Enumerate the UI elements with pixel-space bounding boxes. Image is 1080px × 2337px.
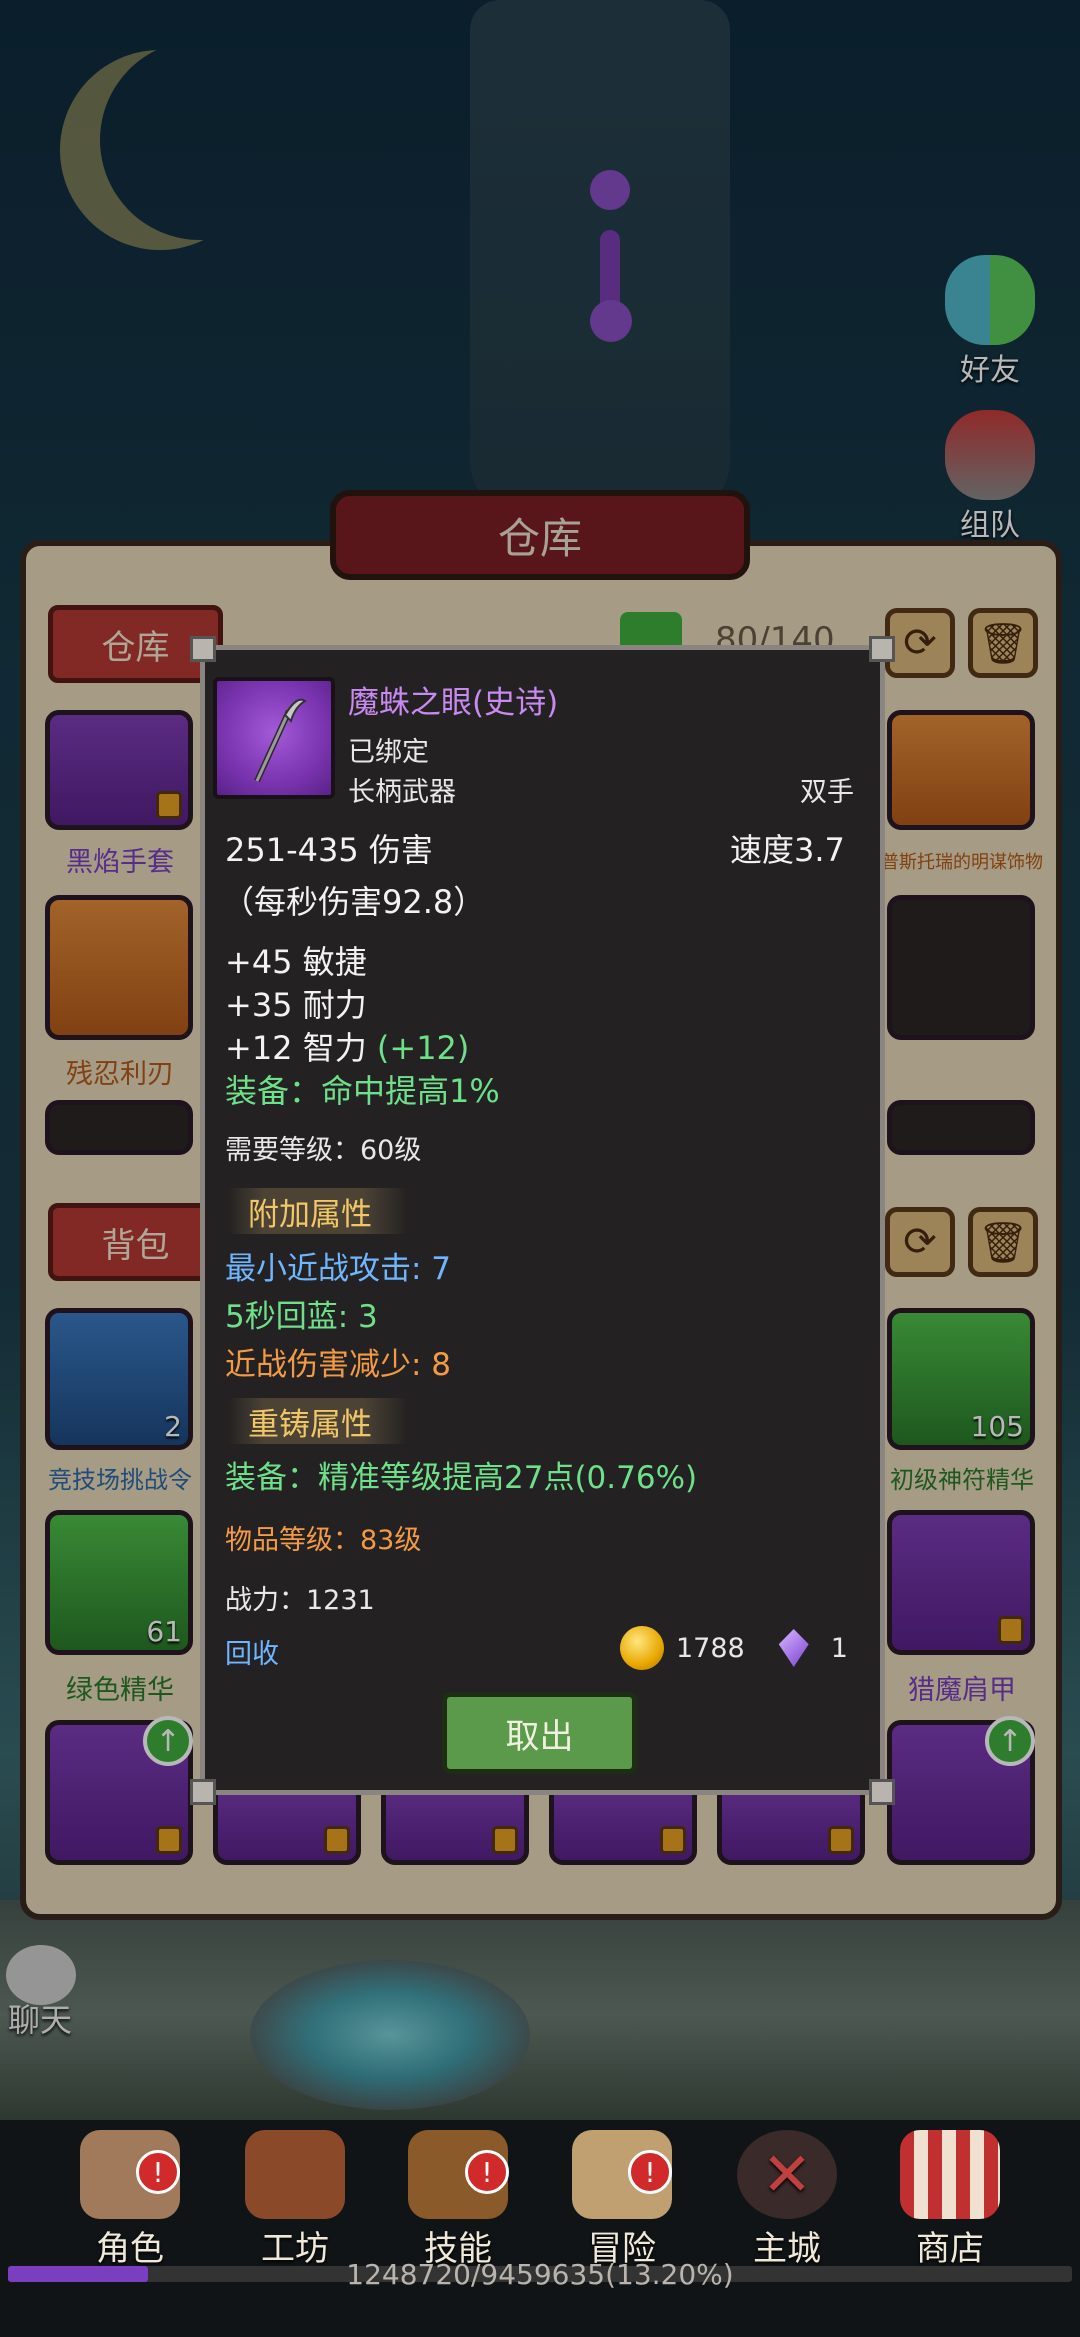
shop-stall-icon bbox=[900, 2130, 1000, 2219]
extra-attr-2: 5秒回蓝: 3 bbox=[225, 1299, 378, 1335]
tooltip-corner bbox=[869, 1779, 895, 1805]
tooltip-corner bbox=[190, 1779, 216, 1805]
stat-intellect: +12 智力 (+12) bbox=[225, 1023, 469, 1069]
purple-gem-icon bbox=[778, 1629, 809, 1667]
item-type: 长柄武器 bbox=[348, 777, 456, 808]
dps-value: （每秒伤害92.8） bbox=[222, 883, 486, 921]
damage-range: 251-435 伤害 bbox=[225, 831, 433, 869]
nav-workshop[interactable]: 工坊 bbox=[220, 2130, 370, 2270]
item-name: 魔蛛之眼(史诗) bbox=[348, 685, 559, 721]
alert-badge: ! bbox=[465, 2150, 509, 2194]
extra-attr-1: 最小近战攻击: 7 bbox=[225, 1251, 452, 1287]
recycle-link[interactable]: 回收 bbox=[225, 1632, 279, 1671]
tooltip-corner bbox=[869, 636, 895, 662]
stat-stamina: +35 耐力 bbox=[225, 986, 367, 1024]
nav-shop[interactable]: 商店 bbox=[875, 2130, 1025, 2270]
extra-attributes-header: 附加属性 bbox=[228, 1188, 408, 1234]
polearm-icon bbox=[254, 698, 307, 783]
item-level: 物品等级：83级 bbox=[225, 1525, 422, 1556]
alert-badge: ! bbox=[136, 2150, 180, 2194]
reforge-attributes-header: 重铸属性 bbox=[228, 1398, 408, 1444]
nav-main-city[interactable]: ✕ 主城 bbox=[712, 2130, 862, 2270]
nav-character[interactable]: 角色 bbox=[55, 2130, 205, 2270]
combat-power: 战力：1231 bbox=[225, 1585, 375, 1616]
gem-amount: 1 bbox=[830, 1632, 848, 1664]
item-icon bbox=[213, 677, 335, 799]
alert-badge: ! bbox=[628, 2150, 672, 2194]
reforge-attr: 装备：精准等级提高27点(0.76%) bbox=[225, 1460, 698, 1496]
required-level: 需要等级：60级 bbox=[225, 1135, 422, 1166]
nav-skills[interactable]: 技能 bbox=[383, 2130, 533, 2270]
experience-text: 1248720/9459635(13.20%) bbox=[346, 2258, 734, 2291]
extra-attr-3: 近战伤害减少: 8 bbox=[225, 1347, 452, 1383]
equip-effect: 装备：命中提高1% bbox=[225, 1072, 500, 1110]
take-out-button[interactable]: 取出 bbox=[442, 1692, 637, 1774]
hand-type: 双手 bbox=[800, 777, 854, 808]
tooltip-corner bbox=[190, 636, 216, 662]
bound-status: 已绑定 bbox=[348, 737, 429, 768]
nav-adventure[interactable]: 冒险 bbox=[547, 2130, 697, 2270]
gold-amount: 1788 bbox=[676, 1632, 745, 1664]
close-x-icon: ✕ bbox=[737, 2130, 837, 2219]
stat-agility: +45 敏捷 bbox=[225, 943, 367, 981]
price-row: 1788 1 bbox=[620, 1626, 848, 1670]
anvil-icon bbox=[245, 2130, 345, 2219]
attack-speed: 速度3.7 bbox=[730, 831, 845, 869]
stat-intellect-value: +12 智力 bbox=[225, 1029, 367, 1067]
stat-intellect-bonus: (+12) bbox=[376, 1029, 470, 1067]
gold-coin-icon bbox=[620, 1626, 664, 1670]
